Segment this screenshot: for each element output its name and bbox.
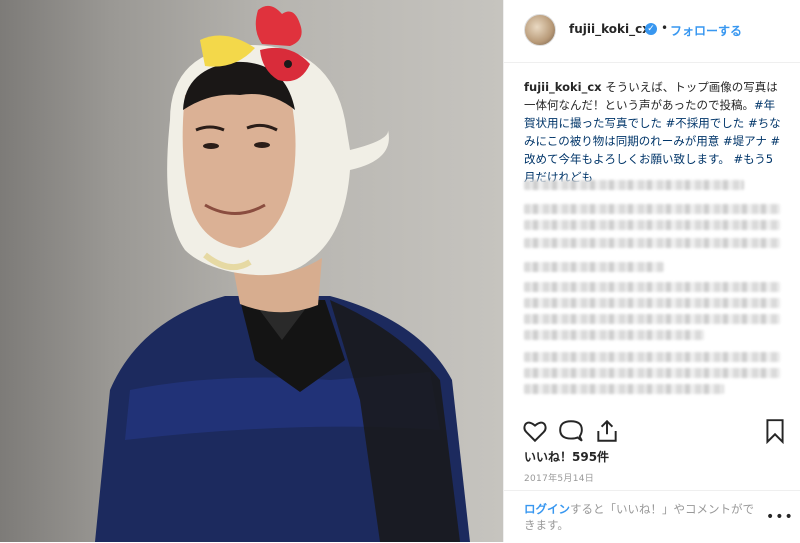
blurred-comment: [524, 352, 780, 362]
comment-icon[interactable]: [558, 418, 584, 444]
blurred-comment: [524, 384, 724, 394]
photo-illustration: [95, 5, 470, 542]
avatar[interactable]: [524, 14, 556, 46]
post-header: fujii_koki_cx ✓ • フォローする: [504, 0, 800, 63]
post-footer: ログインすると「いいね！」やコメントができます。 •••: [504, 490, 800, 543]
separator-dot: •: [661, 21, 669, 35]
post-date: 2017年5月14日: [524, 474, 595, 484]
post-actions: [504, 414, 800, 448]
blurred-comment: [524, 238, 780, 248]
follow-button[interactable]: フォローする: [670, 22, 742, 39]
like-count[interactable]: いいね！595件: [524, 448, 609, 465]
more-options-icon[interactable]: •••: [766, 509, 794, 525]
header-username[interactable]: fujii_koki_cx: [569, 22, 650, 36]
bookmark-icon[interactable]: [762, 418, 788, 444]
hashtag-link[interactable]: #堤アナ: [723, 134, 767, 148]
blurred-comment: [524, 220, 780, 230]
blurred-comment: [524, 330, 704, 340]
hashtag-link[interactable]: #不採用でした: [666, 116, 745, 130]
share-icon[interactable]: [594, 418, 620, 444]
post-caption: fujii_koki_cx そういえば、トップ画像の写真は一体何なんだ！という声…: [524, 78, 784, 186]
blurred-comment: [524, 204, 780, 214]
blurred-comment: [524, 368, 780, 378]
blurred-comment: [524, 282, 780, 292]
login-prompt: ログインすると「いいね！」やコメントができます。: [524, 501, 760, 533]
blurred-comment: [524, 298, 780, 308]
blurred-comment: [524, 314, 780, 324]
verified-badge-icon: ✓: [645, 23, 657, 35]
heart-icon[interactable]: [522, 418, 548, 444]
blurred-comment: [524, 262, 664, 272]
post-side-panel: fujii_koki_cx ✓ • フォローする fujii_koki_cx そ…: [503, 0, 800, 542]
post-photo[interactable]: [0, 0, 503, 542]
caption-username[interactable]: fujii_koki_cx: [524, 80, 602, 94]
login-link[interactable]: ログイン: [524, 502, 570, 516]
blurred-comment: [524, 180, 744, 190]
